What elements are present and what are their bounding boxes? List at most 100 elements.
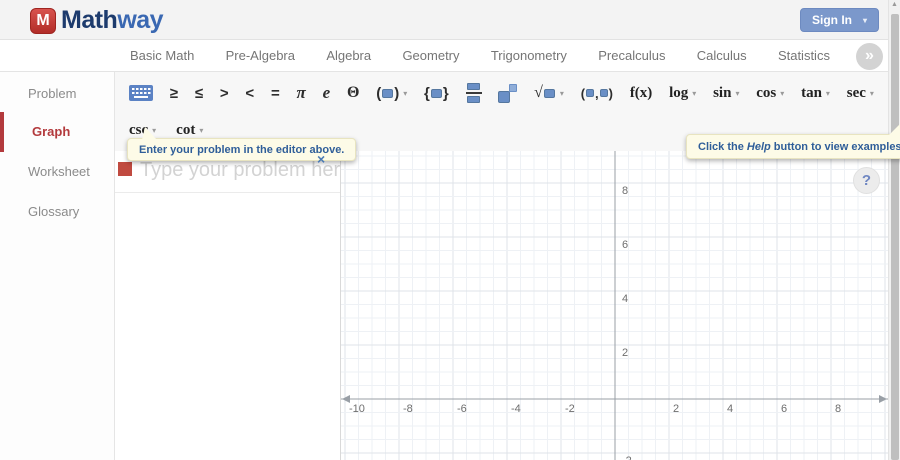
sidebar: Problem Graph Worksheet Glossary <box>0 72 115 460</box>
tab-geometry[interactable]: Geometry <box>402 48 459 63</box>
chevron-down-icon: ▾ <box>870 89 874 98</box>
placeholder-box-icon <box>382 89 393 98</box>
more-subjects-button[interactable]: » <box>856 43 883 70</box>
brace-open-glyph: { <box>424 85 430 102</box>
point-template-button[interactable]: (,) <box>581 86 613 101</box>
chevron-down-icon: ▾ <box>199 126 203 135</box>
comma-glyph: , <box>595 86 599 101</box>
tan-label: tan <box>801 85 822 102</box>
sqrt-template-button[interactable]: √ ▾ <box>534 84 564 102</box>
lt-button[interactable]: < <box>245 85 254 102</box>
tick-label: -2 <box>565 403 575 415</box>
sidebar-item-glossary[interactable]: Glossary <box>0 192 115 232</box>
placeholder-box-icon <box>431 89 442 98</box>
sidebar-item-problem[interactable]: Problem <box>0 74 115 114</box>
paren-open-glyph: ( <box>376 85 381 102</box>
editor-tooltip-text: Enter your problem in the editor above. <box>139 144 344 156</box>
placeholder-box-icon <box>600 89 608 97</box>
tab-trigonometry[interactable]: Trigonometry <box>491 48 567 63</box>
help-button[interactable]: ? <box>853 167 880 194</box>
cot-label: cot <box>176 122 195 139</box>
tab-algebra[interactable]: Algebra <box>326 48 371 63</box>
sidebar-item-graph[interactable]: Graph <box>0 112 115 152</box>
fx-button[interactable]: f(x) <box>630 85 653 102</box>
mathway-logo[interactable]: M Mathway <box>30 6 163 35</box>
help-tip-pre: Click the <box>698 141 747 153</box>
subject-navbar: Basic Math Pre-Algebra Algebra Geometry … <box>0 40 900 72</box>
cot-button[interactable]: cot ▾ <box>176 122 203 139</box>
chevron-down-icon: ▾ <box>826 89 830 98</box>
chevron-down-icon: ▾ <box>692 89 696 98</box>
cos-label: cos <box>756 85 776 102</box>
parentheses-template-button[interactable]: () ▾ <box>376 85 407 102</box>
scroll-up-icon[interactable]: ▲ <box>889 1 900 8</box>
logo-text-math: Math <box>61 6 117 34</box>
tick-label: 8 <box>622 185 628 197</box>
fraction-template-button[interactable] <box>466 83 482 103</box>
chevron-down-icon: ▾ <box>780 89 784 98</box>
graph-grid <box>341 151 888 460</box>
paren-open-glyph: ( <box>581 86 585 101</box>
header: M Mathway Sign In ▾ <box>0 0 900 40</box>
tick-label: -4 <box>511 403 521 415</box>
editor-cursor-icon <box>118 162 132 176</box>
chevron-down-icon: ▾ <box>735 89 739 98</box>
paren-close-glyph: ) <box>394 85 399 102</box>
chevron-down-icon: ▾ <box>863 16 867 25</box>
tab-calculus[interactable]: Calculus <box>697 48 747 63</box>
tick-label: 2 <box>673 403 679 415</box>
tan-button[interactable]: tan ▾ <box>801 85 830 102</box>
log-button[interactable]: log ▾ <box>669 85 696 102</box>
chevron-down-icon: ▾ <box>403 89 407 98</box>
help-tooltip-text: Click the Help button to view examples. <box>698 141 900 153</box>
tick-label: 4 <box>622 293 628 305</box>
tick-label: -8 <box>403 403 413 415</box>
sin-label: sin <box>713 85 731 102</box>
help-tip-em: Help <box>747 141 771 153</box>
tooltip-close-icon[interactable]: × <box>317 151 325 167</box>
logo-text-way: way <box>117 6 163 34</box>
gt-button[interactable]: > <box>220 85 229 102</box>
sqrt-glyph: √ <box>534 84 543 102</box>
mathway-app: M Mathway Sign In ▾ Basic Math Pre-Algeb… <box>0 0 900 460</box>
help-icon: ? <box>862 172 871 189</box>
graph-canvas[interactable]: -10-8-6-4-224688642-2 <box>341 151 888 460</box>
keyboard-icon[interactable] <box>129 85 153 101</box>
pi-button[interactable]: π <box>297 83 306 103</box>
mathway-logo-icon: M <box>30 8 56 34</box>
lte-button[interactable]: ≤ <box>195 85 203 102</box>
equals-button[interactable]: = <box>271 85 280 102</box>
tick-label: -6 <box>457 403 467 415</box>
paren-close-glyph: ) <box>609 86 613 101</box>
sec-button[interactable]: sec ▾ <box>847 85 874 102</box>
tab-precalculus[interactable]: Precalculus <box>598 48 665 63</box>
sidebar-item-worksheet[interactable]: Worksheet <box>0 152 115 192</box>
sec-label: sec <box>847 85 866 102</box>
toolbar-row-1: ≥ ≤ > < = π e Θ () ▾ {} √ ▾ <box>115 76 888 110</box>
tab-pre-algebra[interactable]: Pre-Algebra <box>226 48 295 63</box>
tick-label: -2 <box>622 455 632 460</box>
tick-label: 4 <box>727 403 733 415</box>
tooltip-tail-icon <box>142 127 157 140</box>
tick-label: 6 <box>781 403 787 415</box>
scrollbar-thumb[interactable] <box>891 14 899 460</box>
tick-label: 8 <box>835 403 841 415</box>
sin-button[interactable]: sin ▾ <box>713 85 739 102</box>
cos-button[interactable]: cos ▾ <box>756 85 784 102</box>
tick-label: 6 <box>622 239 628 251</box>
chevron-double-right-icon: » <box>865 47 874 64</box>
tab-basic-math[interactable]: Basic Math <box>130 48 194 63</box>
tick-label: 2 <box>622 347 628 359</box>
chevron-down-icon: ▾ <box>560 89 564 98</box>
problem-editor[interactable]: Type your problem here <box>115 151 341 460</box>
gte-button[interactable]: ≥ <box>170 85 178 102</box>
exponent-template-button[interactable] <box>498 84 517 103</box>
euler-e-button[interactable]: e <box>323 83 331 103</box>
sign-in-button[interactable]: Sign In ▾ <box>800 8 879 32</box>
brace-close-glyph: } <box>443 85 449 102</box>
theta-button[interactable]: Θ <box>347 84 359 102</box>
braces-template-button[interactable]: {} <box>424 85 449 102</box>
fraction-icon <box>466 83 482 103</box>
tab-statistics[interactable]: Statistics <box>778 48 830 63</box>
log-label: log <box>669 85 688 102</box>
